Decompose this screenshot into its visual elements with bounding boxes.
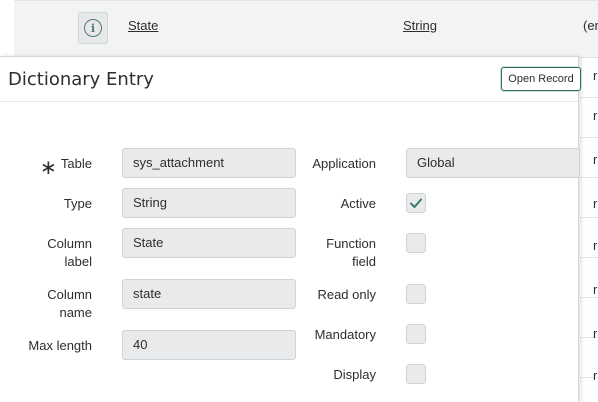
read-only-checkbox[interactable]	[406, 284, 426, 304]
type-label: Type	[63, 196, 92, 211]
popover-title: Dictionary Entry	[8, 69, 154, 90]
open-record-button[interactable]: Open Record	[501, 67, 581, 91]
row-truncated-cell: r	[593, 196, 598, 211]
column-label-field[interactable]: State	[122, 228, 296, 258]
row-info-button[interactable]: i	[78, 12, 108, 44]
display-label: Display	[333, 367, 376, 382]
function-field-label: Function field	[296, 235, 376, 271]
column-name-label-line2: name	[59, 305, 92, 320]
row-truncated-cell: r	[593, 282, 598, 297]
row-divider	[580, 177, 598, 178]
column-label-label-line1: Column	[47, 236, 92, 251]
mandatory-label: Mandatory	[314, 327, 376, 342]
row-truncated-cell: r	[593, 326, 598, 341]
active-label: Active	[340, 196, 376, 211]
row-truncated-cell: (er	[583, 18, 598, 33]
dictionary-entry-popover: Dictionary Entry Open Record ∗ Table sys…	[0, 56, 581, 402]
row-divider	[580, 137, 598, 138]
application-field[interactable]: Global	[406, 148, 580, 178]
row-truncated-cell: r	[593, 108, 598, 123]
mandatory-checkbox[interactable]	[406, 324, 426, 344]
row-divider	[580, 297, 598, 298]
row-name-link[interactable]: State	[128, 18, 158, 33]
row-type-link[interactable]: String	[403, 18, 437, 33]
column-label-label-line2: label	[64, 254, 92, 269]
type-field[interactable]: String	[122, 188, 296, 218]
row-divider	[580, 97, 598, 98]
read-only-label: Read only	[317, 287, 376, 302]
column-name-field[interactable]: state	[122, 279, 296, 309]
function-field-checkbox[interactable]	[406, 233, 426, 253]
max-length-field[interactable]: 40	[122, 330, 296, 360]
row-truncated-cell: r	[593, 238, 598, 253]
column-name-label-line1: Column	[47, 287, 92, 302]
column-name-label: Column name	[20, 286, 92, 322]
row-truncated-cell: r	[593, 152, 598, 167]
application-label: Application	[312, 156, 376, 171]
display-checkbox[interactable]	[406, 364, 426, 384]
table-label: Table	[60, 156, 92, 171]
row-truncated-cell: r	[593, 68, 598, 83]
column-label-label: Column label	[20, 235, 92, 271]
info-icon: i	[84, 19, 102, 37]
function-field-label-line2: field	[352, 254, 376, 269]
checkmark-icon	[410, 198, 422, 208]
row-truncated-cell: r	[593, 368, 598, 383]
active-checkbox[interactable]	[406, 193, 426, 213]
max-length-label: Max length	[28, 338, 92, 353]
table-field[interactable]: sys_attachment	[122, 148, 296, 178]
popover-header: Dictionary Entry Open Record	[0, 57, 581, 102]
function-field-label-line1: Function	[326, 236, 376, 251]
row-divider	[580, 217, 598, 218]
row-divider	[580, 257, 598, 258]
